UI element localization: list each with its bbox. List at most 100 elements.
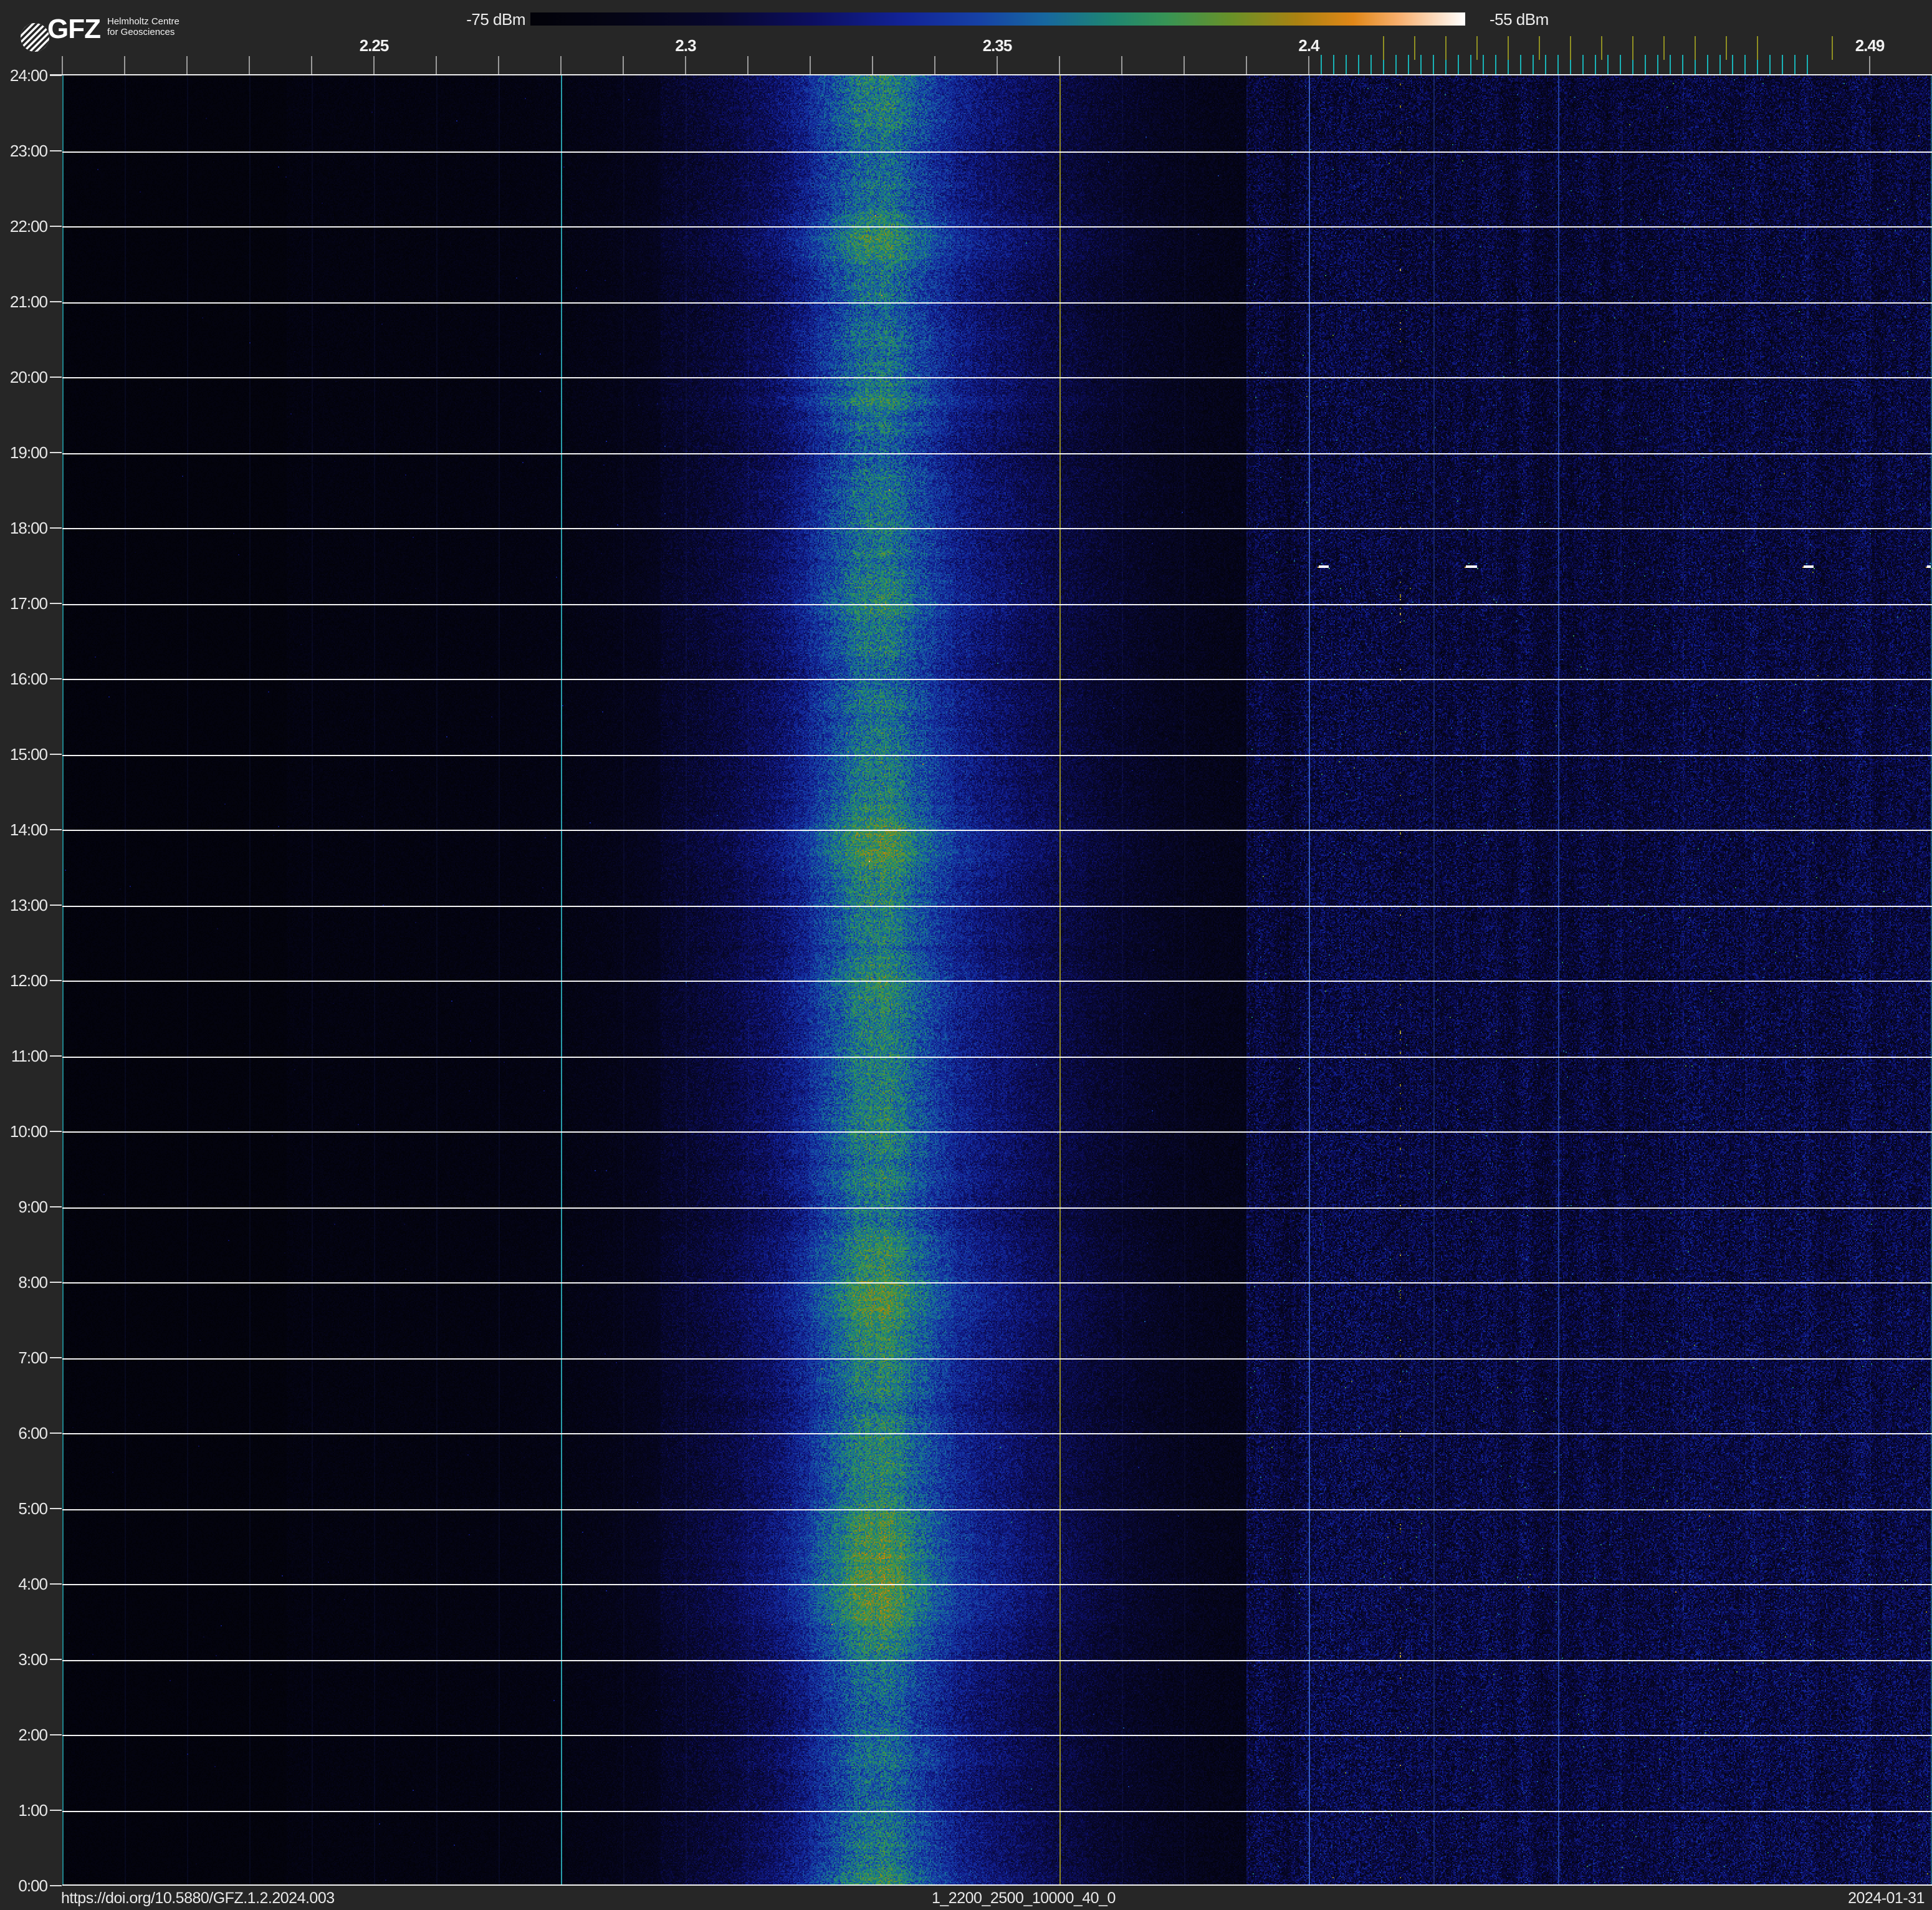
ble-channel-tick	[1657, 55, 1658, 74]
dataset-id: 1_2200_2500_10000_40_0	[932, 1889, 1116, 1907]
freq-major-tick	[997, 56, 998, 74]
freq-major-tick	[747, 56, 748, 74]
time-tick	[50, 603, 62, 604]
wifi-channel-tick	[1757, 36, 1758, 60]
freq-major-tick	[498, 56, 499, 74]
wifi-channel-tick	[1508, 36, 1509, 60]
time-tick-label: 7:00	[18, 1348, 48, 1367]
ble-channel-tick	[1682, 55, 1683, 74]
time-tick	[50, 678, 62, 679]
time-tick	[50, 1734, 62, 1735]
time-tick	[50, 150, 62, 151]
wifi-channel-tick	[1539, 36, 1540, 60]
time-tick	[50, 377, 62, 378]
ble-channel-tick	[1732, 55, 1733, 74]
wifi-channel-tick	[1383, 36, 1384, 60]
wifi-channel-tick	[1726, 36, 1727, 60]
freq-major-tick	[373, 56, 375, 74]
time-tick-label: 10:00	[9, 1122, 48, 1141]
wifi-channel-tick	[1570, 36, 1571, 60]
freq-major-tick	[1121, 56, 1122, 74]
ble-channel-tick	[1358, 55, 1359, 74]
time-tick	[50, 527, 62, 529]
time-tick-label: 3:00	[18, 1650, 48, 1669]
time-tick-label: 18:00	[9, 519, 48, 537]
wifi-channel-tick	[1832, 36, 1833, 60]
ble-channel-tick	[1545, 55, 1546, 74]
time-tick-label: 13:00	[9, 896, 48, 914]
time-tick-label: 24:00	[9, 66, 48, 85]
wifi-channel-tick	[1414, 36, 1415, 60]
ble-channel-tick	[1769, 55, 1771, 74]
doi-link: https://doi.org/10.5880/GFZ.1.2.2024.003	[61, 1889, 335, 1907]
wifi-channel-tick	[1695, 36, 1696, 60]
time-tick-label: 8:00	[18, 1273, 48, 1292]
freq-major-tick	[560, 56, 562, 74]
freq-major-tick	[62, 56, 63, 74]
ble-channel-tick	[1707, 55, 1708, 74]
colorbar-min-label: -75 dBm	[466, 10, 525, 29]
ble-channel-tick	[1395, 55, 1397, 74]
ble-channel-tick	[1433, 55, 1434, 74]
ble-channel-tick	[1607, 55, 1609, 74]
ble-channel-tick	[1582, 55, 1584, 74]
freq-major-tick	[1184, 56, 1185, 74]
time-tick	[50, 1432, 62, 1434]
wifi-channel-tick	[1632, 36, 1633, 60]
freq-major-tick	[1308, 56, 1309, 74]
ble-channel-tick	[1794, 55, 1796, 74]
freq-major-tick	[934, 56, 935, 74]
time-tick-label: 16:00	[9, 669, 48, 688]
ble-channel-tick	[1620, 55, 1621, 74]
wifi-channel-tick	[1601, 36, 1602, 60]
time-tick	[50, 905, 62, 906]
time-tick	[50, 1055, 62, 1057]
ble-channel-tick	[1645, 55, 1646, 74]
time-tick-label: 19:00	[9, 443, 48, 462]
freq-major-tick	[311, 56, 312, 74]
freq-tick-label: 2.25	[359, 36, 390, 55]
freq-major-tick	[186, 56, 188, 74]
time-tick	[50, 980, 62, 981]
colorbar-max-label: -55 dBm	[1490, 10, 1549, 29]
time-tick	[50, 1508, 62, 1509]
time-tick-label: 22:00	[9, 217, 48, 236]
time-tick-label: 6:00	[18, 1424, 48, 1442]
time-tick-label: 9:00	[18, 1197, 48, 1216]
time-tick	[50, 1885, 62, 1886]
gfz-logo-subtitle-line2: for Geosciences	[107, 27, 175, 37]
time-tick	[50, 829, 62, 830]
date-label: 2024-01-31	[1848, 1889, 1925, 1907]
ble-channel-tick	[1483, 55, 1484, 74]
time-tick	[50, 1810, 62, 1811]
time-tick-label: 4:00	[18, 1575, 48, 1593]
freq-major-tick	[623, 56, 624, 74]
freq-major-tick	[1059, 56, 1060, 74]
gfz-logo-acronym: GFZ	[47, 14, 101, 44]
ble-channel-tick	[1495, 55, 1496, 74]
freq-tick-label: 2.35	[982, 36, 1013, 55]
time-tick-label: 12:00	[9, 971, 48, 990]
freq-major-tick	[436, 56, 437, 74]
freq-tick-label: 2.3	[675, 36, 696, 55]
freq-tick-label: 2.49	[1855, 36, 1885, 55]
ble-channel-tick	[1719, 55, 1721, 74]
time-tick	[50, 1282, 62, 1283]
time-tick	[50, 754, 62, 755]
time-tick-label: 20:00	[9, 368, 48, 386]
time-tick-label: 0:00	[18, 1876, 48, 1895]
freq-tick-label: 2.4	[1298, 36, 1319, 55]
time-tick	[50, 301, 62, 302]
time-tick	[50, 226, 62, 227]
freq-major-tick	[1246, 56, 1247, 74]
wifi-channel-tick	[1663, 36, 1665, 60]
ble-channel-tick	[1782, 55, 1783, 74]
time-tick	[50, 1206, 62, 1207]
ble-channel-tick	[1470, 55, 1471, 74]
time-tick	[50, 75, 62, 76]
ble-channel-tick	[1533, 55, 1534, 74]
wifi-channel-tick	[1476, 36, 1478, 60]
time-tick	[50, 1659, 62, 1660]
spectrogram-heatmap	[62, 75, 1932, 1886]
time-tick	[50, 1357, 62, 1358]
